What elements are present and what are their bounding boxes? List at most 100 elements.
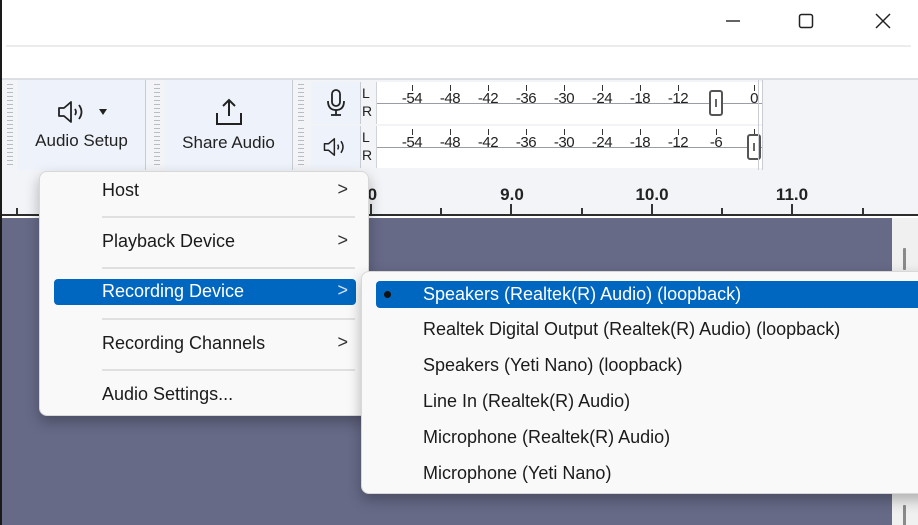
title-bar xyxy=(2,0,918,47)
menu-item-label: Recording Device xyxy=(102,281,245,301)
scrollbar-thumb[interactable] xyxy=(903,505,906,525)
close-icon xyxy=(875,13,891,29)
meter-tick-label: -30 xyxy=(553,90,575,107)
menu-item-recording-device[interactable]: Recording Device > xyxy=(54,279,356,305)
share-audio-button[interactable]: Share Audio xyxy=(165,80,293,170)
menu-item-label: Playback Device xyxy=(102,231,236,251)
meter-tick-label: -54 xyxy=(401,134,423,151)
close-button[interactable] xyxy=(860,6,906,36)
caret-down-icon xyxy=(98,109,107,115)
ruler-major-tick xyxy=(510,204,512,214)
menu-separator xyxy=(102,216,355,218)
menu-item-audio-settings[interactable]: Audio Settings... xyxy=(54,380,356,410)
ruler-minor-tick xyxy=(581,208,583,214)
microphone-icon xyxy=(326,89,345,116)
recording-device-submenu: Speakers (Realtek(R) Audio) (loopback) R… xyxy=(361,271,918,494)
meter-tick-label: -18 xyxy=(629,90,651,107)
ruler-label: 10.0 xyxy=(635,185,669,204)
meter-tick-label: -48 xyxy=(439,90,461,107)
device-label: Microphone (Yeti Nano) xyxy=(423,463,612,483)
recording-device-option[interactable]: Speakers (Realtek(R) Audio) (loopback) xyxy=(376,281,918,308)
audio-setup-label: Audio Setup xyxy=(35,131,128,150)
toolbar-grip-handle[interactable] xyxy=(296,84,306,122)
toolbar-grip-handle[interactable] xyxy=(152,84,162,168)
recording-device-option[interactable]: Realtek Digital Output (Realtek(R) Audio… xyxy=(376,316,918,343)
meter-tick-label: -36 xyxy=(515,90,537,107)
share-audio-label: Share Audio xyxy=(182,133,275,152)
meter-tick-label: -42 xyxy=(477,134,499,151)
meter-tick-label: -24 xyxy=(591,90,613,107)
ruler-major-tick xyxy=(370,204,372,214)
meter-tick-label: -42 xyxy=(477,90,499,107)
chevron-right-icon: > xyxy=(337,280,348,300)
meter-tick-label: -12 xyxy=(667,134,689,151)
minimize-icon xyxy=(726,20,740,22)
recording-meter-scale[interactable]: -54 -48 -42 -36 -30 -24 -18 -12 0 xyxy=(376,82,762,124)
meter-tick-label: -6 xyxy=(709,134,723,151)
menu-item-host[interactable]: Host > xyxy=(54,176,356,206)
menu-separator xyxy=(102,267,355,269)
ruler-minor-tick xyxy=(721,208,723,214)
chevron-right-icon: > xyxy=(337,332,348,352)
device-label: Speakers (Yeti Nano) (loopback) xyxy=(423,355,683,375)
meter-tick-label: 0 xyxy=(750,90,758,107)
toolbar-grip-handle[interactable] xyxy=(296,128,306,166)
toolbar-divider xyxy=(758,80,759,170)
menu-item-label: Host xyxy=(102,180,140,200)
playback-meter-button[interactable] xyxy=(311,126,361,168)
menu-item-label: Recording Channels xyxy=(102,333,266,353)
toolbar-empty-area xyxy=(762,80,918,172)
speaker-icon xyxy=(57,101,82,123)
recording-device-option[interactable]: Microphone (Realtek(R) Audio) xyxy=(376,424,918,451)
meter-tick-label: -18 xyxy=(629,134,651,151)
device-label: Line In (Realtek(R) Audio) xyxy=(423,391,631,411)
meter-tick-label: -12 xyxy=(667,90,689,107)
channel-labels: L R xyxy=(362,126,376,168)
audio-setup-button[interactable]: Audio Setup xyxy=(18,80,146,170)
chevron-right-icon: > xyxy=(337,179,348,199)
menu-item-playback-device[interactable]: Playback Device > xyxy=(54,227,356,257)
ruler-major-tick xyxy=(651,204,653,214)
recording-device-option[interactable]: Microphone (Yeti Nano) xyxy=(376,460,918,487)
scrollbar-thumb[interactable] xyxy=(903,248,906,270)
ruler-major-tick xyxy=(791,204,793,214)
meter-tick-label: -54 xyxy=(401,90,423,107)
maximize-icon xyxy=(798,13,814,29)
recording-device-option[interactable]: Line In (Realtek(R) Audio) xyxy=(376,388,918,415)
minimize-button[interactable] xyxy=(710,6,756,36)
maximize-button[interactable] xyxy=(783,6,829,36)
ruler-label: 9.0 xyxy=(500,185,524,204)
device-label: Microphone (Realtek(R) Audio) xyxy=(423,427,671,447)
meter-slider-thumb[interactable] xyxy=(709,90,723,116)
playback-meter-scale[interactable]: -54-48-42-36-30-24-18-12-60 xyxy=(376,126,762,168)
speaker-icon xyxy=(323,138,344,156)
audio-setup-menu: Host > Playback Device > Recording Devic… xyxy=(39,171,369,416)
selected-bullet-icon xyxy=(384,291,391,298)
recording-meter: L R -54 -48 -42 -36 -30 -24 -18 -12 0 xyxy=(308,82,762,124)
meter-tick-label: -30 xyxy=(553,134,575,151)
channel-right-label: R xyxy=(362,147,373,163)
menu-separator xyxy=(102,318,355,320)
menu-bar xyxy=(2,47,918,78)
ruler-minor-tick xyxy=(862,208,864,214)
playback-meter: L R -54-48-42-36-30-24-18-12-60 xyxy=(308,126,762,168)
share-upload-icon xyxy=(215,98,242,125)
toolbar: Audio Setup Share Audio L R -54 -48 -42 -3 xyxy=(2,78,918,172)
meter-tick-label: -24 xyxy=(591,134,613,151)
menu-item-recording-channels[interactable]: Recording Channels > xyxy=(54,329,356,359)
toolbar-grip-handle[interactable] xyxy=(5,84,15,168)
menu-separator xyxy=(102,369,355,371)
recording-meter-button[interactable] xyxy=(311,82,361,124)
channel-left-label: L xyxy=(362,129,370,145)
ruler-label: 11.0 xyxy=(775,185,809,204)
recording-device-option[interactable]: Speakers (Yeti Nano) (loopback) xyxy=(376,352,918,379)
menu-item-label: Audio Settings... xyxy=(102,384,234,404)
meter-tick-label: -48 xyxy=(439,134,461,151)
meter-tick-label: -36 xyxy=(515,134,537,151)
channel-left-label: L xyxy=(362,85,370,101)
ruler-minor-tick xyxy=(16,208,18,214)
device-label: Realtek Digital Output (Realtek(R) Audio… xyxy=(423,319,841,339)
channel-right-label: R xyxy=(362,103,373,119)
ruler-minor-tick xyxy=(440,208,442,214)
channel-labels: L R xyxy=(362,82,376,124)
